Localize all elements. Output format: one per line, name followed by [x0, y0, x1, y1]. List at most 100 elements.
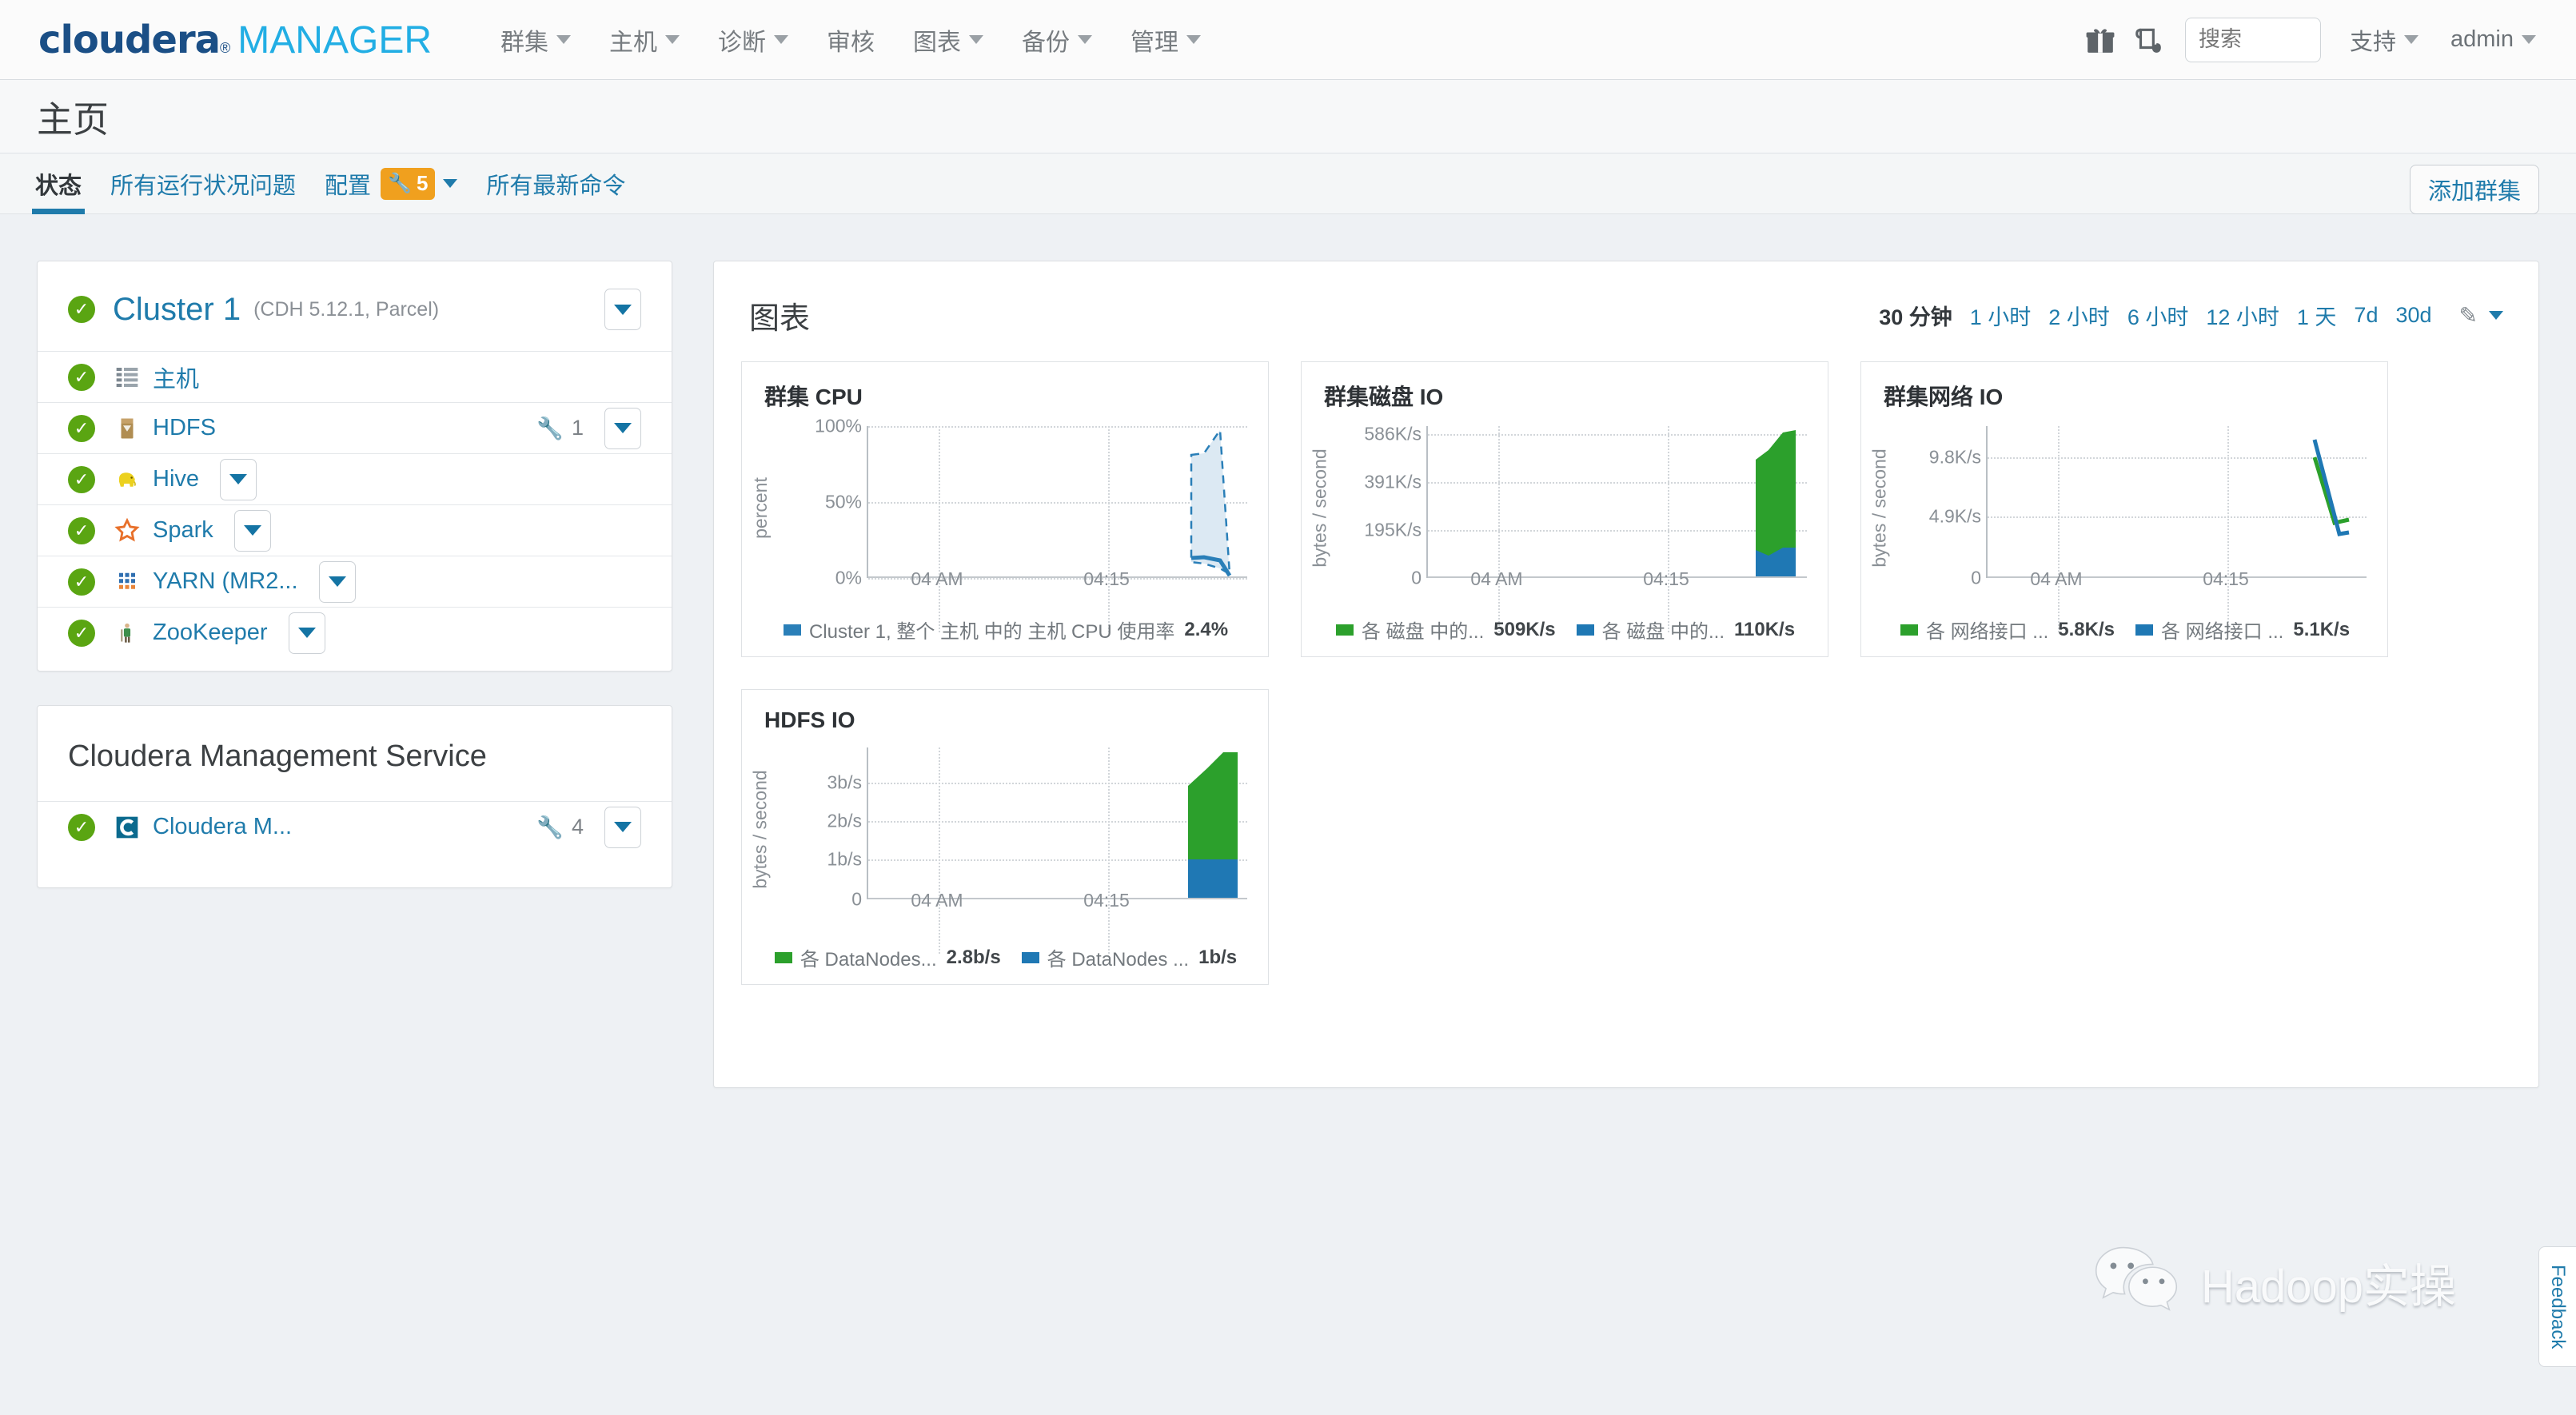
page-title: 主页 — [37, 90, 109, 142]
service-name-link[interactable]: YARN (MR2... — [153, 568, 298, 595]
logo-cloudera-text: cloudera — [38, 18, 220, 62]
legend-label: 各 磁盘 中的... — [1362, 616, 1484, 644]
legend-item[interactable]: 各 DataNodes... 2.8b/s — [775, 943, 1001, 971]
service-actions-dropdown[interactable] — [604, 807, 641, 848]
watermark: Hadoop实操 — [2092, 1244, 2456, 1321]
service-actions-dropdown[interactable] — [604, 408, 641, 449]
chevron-down-icon[interactable] — [2489, 311, 2503, 320]
legend-item[interactable]: 各 磁盘 中的... 110K/s — [1577, 616, 1795, 644]
tab-recent-commands[interactable]: 所有最新命令 — [486, 153, 625, 214]
gift-icon[interactable] — [2076, 16, 2124, 64]
time-range-1d[interactable]: 1 天 — [2297, 300, 2337, 331]
cluster-actions-dropdown[interactable] — [604, 289, 641, 330]
nav-item-diagnostics[interactable]: 诊断 — [699, 22, 807, 58]
y-tick: 0 — [1971, 568, 1981, 589]
y-tick: 100% — [815, 416, 862, 437]
service-row-cloudera-management[interactable]: ✓ Cloudera M... 🔧 4 — [38, 801, 672, 852]
service-name-link[interactable]: Hive — [153, 466, 199, 492]
chevron-down-icon — [969, 35, 983, 44]
service-row-yarn[interactable]: ✓ YARN (MR2... — [38, 556, 672, 607]
search-input[interactable] — [2185, 18, 2321, 62]
nav-item-administration[interactable]: 管理 — [1111, 22, 1220, 58]
service-actions-dropdown[interactable] — [289, 612, 325, 654]
health-good-icon: ✓ — [68, 364, 95, 391]
cloudera-manager-logo[interactable]: cloudera® MANAGER — [38, 18, 432, 62]
service-actions-dropdown[interactable] — [234, 510, 271, 552]
chart-hdfs-io[interactable]: HDFS IO bytes / second 0 1b/s 2b/s 3b/s — [741, 689, 1269, 985]
legend-label: 各 磁盘 中的... — [1602, 616, 1725, 644]
service-name-link[interactable]: Cloudera M... — [153, 814, 292, 840]
time-range-6h[interactable]: 6 小时 — [2127, 300, 2189, 331]
main-content: ✓ Cluster 1 (CDH 5.12.1, Parcel) ✓ — [0, 214, 2576, 1415]
nav-item-charts[interactable]: 图表 — [894, 22, 1003, 58]
tab-configuration[interactable]: 配置 🔧 5 — [325, 153, 457, 214]
config-badge-count: 5 — [417, 171, 428, 196]
chart-cluster-cpu[interactable]: 群集 CPU percent 0% 50% 100% — [741, 361, 1269, 657]
tab-status[interactable]: 状态 — [35, 153, 82, 214]
legend-value: 110K/s — [1734, 619, 1795, 641]
nav-item-support[interactable]: 支持 — [2334, 23, 2434, 57]
top-navbar: cloudera® MANAGER 群集 主机 诊断 审核 图表 — [0, 0, 2576, 80]
nav-label: 群集 — [500, 22, 548, 58]
y-axis-label: bytes / second — [748, 733, 772, 925]
chart-cluster-disk-io[interactable]: 群集磁盘 IO bytes / second 0 195K/s 391K/s 5… — [1301, 361, 1828, 657]
nav-item-hosts[interactable]: 主机 — [590, 22, 699, 58]
left-column: ✓ Cluster 1 (CDH 5.12.1, Parcel) ✓ — [37, 261, 672, 888]
nav-item-backup[interactable]: 备份 — [1003, 22, 1111, 58]
y-tick: 0 — [851, 889, 862, 911]
service-name-link[interactable]: HDFS — [153, 415, 216, 441]
chart-cluster-network-io[interactable]: 群集网络 IO bytes / second 0 4.9K/s 9.8K/s — [1860, 361, 2388, 657]
y-axis-label: bytes / second — [1308, 412, 1332, 604]
add-cluster-button[interactable]: 添加群集 — [2410, 165, 2539, 214]
nav-label: 审核 — [827, 22, 875, 58]
nav-item-audits[interactable]: 审核 — [807, 22, 894, 58]
y-tick: 391K/s — [1364, 472, 1422, 493]
logo-registered-mark: ® — [220, 40, 229, 57]
legend-item[interactable]: 各 DataNodes ... 1b/s — [1022, 943, 1237, 971]
cluster-name-link[interactable]: Cluster 1 — [113, 292, 241, 328]
legend-item[interactable]: 各 网络接口 ... 5.1K/s — [2135, 616, 2350, 644]
time-range-30d[interactable]: 30d — [2395, 303, 2431, 328]
time-range-2h[interactable]: 2 小时 — [2048, 300, 2110, 331]
y-tick: 0% — [835, 568, 862, 589]
legend-value: 5.1K/s — [2293, 619, 2350, 641]
time-range-1h[interactable]: 1 小时 — [1970, 300, 2032, 331]
y-tick: 50% — [825, 492, 862, 513]
feedback-tab[interactable]: Feedback — [2538, 1246, 2576, 1367]
tab-list: 状态 所有运行状况问题 配置 🔧 5 所有最新命令 — [35, 153, 654, 214]
legend-label: 各 网络接口 ... — [2161, 616, 2283, 644]
pencil-icon[interactable]: ✎ — [2459, 302, 2478, 329]
chevron-down-icon — [614, 822, 632, 832]
x-tick: 04 AM — [911, 890, 963, 911]
legend-item[interactable]: Cluster 1, 整个 主机 中的 主机 CPU 使用率 2.4% — [784, 616, 1228, 644]
chevron-down-icon — [329, 576, 346, 587]
parcel-icon[interactable] — [2124, 16, 2172, 64]
service-actions-dropdown[interactable] — [319, 561, 356, 603]
chevron-down-icon — [298, 628, 316, 638]
time-range-30m[interactable]: 30 分钟 — [1879, 300, 1952, 331]
legend-item[interactable]: 各 磁盘 中的... 509K/s — [1336, 616, 1556, 644]
chevron-down-icon — [2522, 35, 2536, 44]
plot-canvas — [867, 426, 1247, 578]
service-actions-dropdown[interactable] — [220, 459, 257, 500]
time-range-7d[interactable]: 7d — [2354, 303, 2378, 328]
nav-item-user-menu[interactable]: admin — [2434, 26, 2552, 53]
chart-legend: Cluster 1, 整个 主机 中的 主机 CPU 使用率 2.4% — [742, 616, 1270, 644]
main-nav: 群集 主机 诊断 审核 图表 备份 管理 — [481, 22, 1220, 58]
tab-health-issues[interactable]: 所有运行状况问题 — [110, 153, 296, 214]
service-row-hdfs[interactable]: ✓ HDFS 🔧 1 — [38, 402, 672, 453]
chevron-down-icon — [1078, 35, 1092, 44]
service-row-spark[interactable]: ✓ Spark — [38, 504, 672, 556]
legend-item[interactable]: 各 网络接口 ... 5.8K/s — [1900, 616, 2115, 644]
time-range-12h[interactable]: 12 小时 — [2206, 300, 2279, 331]
cloudera-manager-home: cloudera® MANAGER 群集 主机 诊断 审核 图表 — [0, 0, 2576, 1415]
chevron-down-icon[interactable] — [443, 179, 457, 188]
nav-item-clusters[interactable]: 群集 — [481, 22, 590, 58]
service-row-zookeeper[interactable]: ✓ ZooKeeper — [38, 607, 672, 658]
service-row-hosts[interactable]: ✓ 主机 — [38, 351, 672, 402]
service-name-link[interactable]: Spark — [153, 517, 213, 544]
service-name-link[interactable]: 主机 — [153, 361, 199, 394]
service-name-link[interactable]: ZooKeeper — [153, 620, 268, 646]
service-row-hive[interactable]: ✓ Hive — [38, 453, 672, 504]
health-good-icon: ✓ — [68, 466, 95, 493]
